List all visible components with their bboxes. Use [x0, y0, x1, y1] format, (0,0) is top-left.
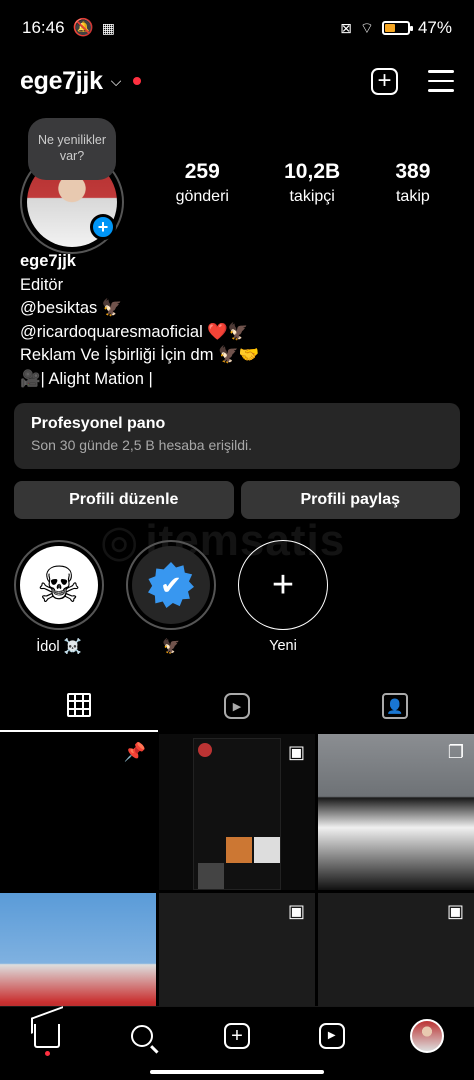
carousel-icon: ❐ [447, 742, 464, 762]
post-thumbnail[interactable]: 📌 [0, 734, 156, 890]
plus-square-icon: + [223, 1022, 250, 1049]
dashboard-subtitle: Son 30 günde 2,5 B hesaba erişildi. [31, 437, 253, 453]
edit-profile-button[interactable]: Profili düzenle [14, 481, 234, 519]
tab-reels[interactable]: ▶ [158, 680, 316, 732]
menu-icon[interactable] [428, 70, 454, 92]
skull-icon: ☠ [20, 546, 98, 624]
notification-dot [133, 77, 142, 85]
posts-grid: 📌 ▣ ❐ ▣ ▣ [0, 734, 474, 1049]
wifi-icon: ⌔ [359, 19, 374, 37]
add-story-button[interactable]: + [90, 214, 116, 240]
stat-followers[interactable]: 10,2B takipçi [284, 160, 340, 206]
bio-line: 🎥| Alight Mation | [20, 369, 153, 388]
stat-label: gönderi [175, 188, 229, 205]
post-thumbnail[interactable]: ❐ [318, 734, 474, 890]
bio-category: Editör [20, 275, 64, 294]
profile-header: ege7jjk ⌵ + [0, 58, 474, 104]
tagged-icon: 👤 [382, 693, 408, 719]
account-switcher[interactable]: ege7jjk [20, 67, 103, 96]
profile-tabs: ▶ 👤 [0, 680, 474, 732]
reels-icon: ▣ [287, 901, 305, 921]
dashboard-title: Profesyonel pano [31, 415, 166, 432]
bio-line[interactable]: @besiktas 🦅 [20, 297, 460, 321]
nav-reels[interactable]: ▶ [310, 1014, 354, 1058]
search-icon [131, 1024, 154, 1047]
battery-percent: 47% [417, 18, 452, 37]
screenshot-preview [193, 738, 281, 890]
new-highlight-button[interactable]: + Yeni [238, 540, 328, 655]
tab-tagged[interactable]: 👤 [316, 680, 474, 732]
chevron-down-icon[interactable]: ⌵ [111, 73, 122, 90]
bio-line: Reklam Ve İşbirliği İçin dm 🦅🤝 [20, 346, 260, 364]
highlight-label: 🦅 [161, 639, 181, 655]
pin-icon: 📌 [123, 742, 146, 762]
stat-value: 389 [395, 160, 431, 183]
stat-label: takip [395, 188, 430, 205]
profile-bio: ege7jjk Editör @besiktas 🦅 @ricardoquare… [20, 250, 460, 391]
post-thumbnail[interactable]: ▣ [159, 734, 315, 890]
note-bubble[interactable]: Ne yenilikler var? [28, 118, 116, 180]
highlight-item[interactable]: ☠ İdol ☠️ [14, 540, 104, 655]
nav-create[interactable]: + [215, 1014, 259, 1058]
highlight-item[interactable]: ✔ 🦅 [126, 540, 216, 655]
stat-value: 259 [184, 160, 220, 183]
highlight-label: İdol ☠️ [36, 639, 82, 655]
notification-dot [44, 1050, 50, 1056]
story-highlights: ☠ İdol ☠️ ✔ 🦅 + Yeni [14, 540, 328, 655]
stat-following[interactable]: 389 takip [395, 160, 430, 206]
reels-icon: ▶ [318, 1022, 345, 1049]
profile-actions: Profili düzenle Profili paylaş [14, 481, 460, 519]
status-time: 16:46 [22, 18, 65, 37]
share-profile-button[interactable]: Profili paylaş [240, 481, 460, 519]
grid-icon [67, 693, 91, 717]
bio-line[interactable]: @ricardoquaresmaoficial ❤️🦅 [20, 321, 460, 345]
stat-value: 10,2B [284, 160, 341, 183]
bottom-navigation: + ▶ [0, 1006, 474, 1064]
stat-posts[interactable]: 259 gönderi [176, 160, 229, 206]
highlight-label: Yeni [269, 638, 297, 654]
reels-icon: ▶ [224, 693, 250, 719]
nav-home[interactable] [25, 1014, 69, 1058]
professional-dashboard[interactable]: Profesyonel pano Son 30 günde 2,5 B hesa… [14, 403, 460, 469]
avatar [409, 1018, 444, 1053]
tab-posts[interactable] [0, 680, 158, 732]
app-icon: ▦ [101, 19, 115, 36]
nav-profile[interactable] [405, 1014, 449, 1058]
nav-search[interactable] [120, 1014, 164, 1058]
home-icon [34, 1023, 61, 1048]
status-bar: 16:46 🔕 ▦ ⊠ ⌔ 47% [0, 0, 474, 56]
reels-icon: ▣ [446, 901, 464, 921]
sim-off-icon: ⊠ [340, 19, 352, 36]
reels-icon: ▣ [287, 742, 305, 762]
stat-label: takipçi [289, 188, 335, 205]
home-indicator[interactable] [150, 1070, 324, 1074]
create-button[interactable]: + [371, 67, 398, 95]
mute-icon: 🔕 [72, 18, 94, 37]
profile-stats: 259 gönderi 10,2B takipçi 389 takip [148, 160, 458, 206]
plus-icon: + [271, 563, 295, 606]
bio-name: ege7jjk [20, 252, 76, 270]
verified-badge-icon: ✔ [148, 562, 194, 608]
battery-icon [381, 21, 413, 35]
